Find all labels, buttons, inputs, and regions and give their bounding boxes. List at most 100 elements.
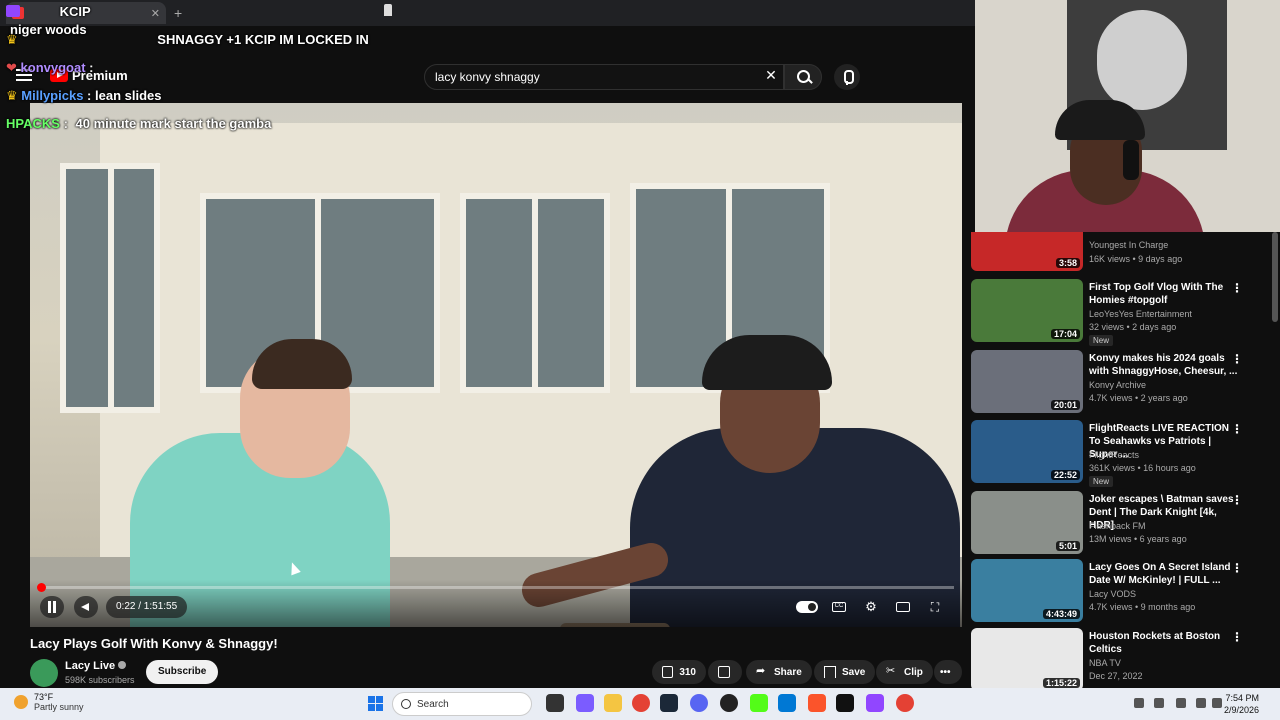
recommendation-thumbnail[interactable]: 22:52 (971, 420, 1083, 483)
more-options-icon[interactable]: ⋮ (1231, 630, 1243, 644)
recommendation-channel[interactable]: Youngest In Charge (1089, 240, 1168, 250)
recommendation-title[interactable]: Houston Rockets at Boston Celtics (1089, 630, 1241, 656)
captions-button[interactable]: CC (830, 598, 848, 616)
clear-search-icon[interactable]: ✕ (762, 67, 780, 84)
network-icon[interactable] (1196, 698, 1206, 708)
autoplay-toggle[interactable] (796, 598, 818, 616)
recommendation-thumbnail[interactable]: 5:01 (971, 491, 1083, 554)
powershell-icon[interactable] (778, 694, 796, 712)
recommendation-meta: 4.7K views • 2 years ago (1089, 393, 1188, 403)
twitch-icon[interactable] (866, 694, 884, 712)
recommendation-channel[interactable]: FlightReacts (1089, 450, 1139, 460)
save-button[interactable]: Save (814, 660, 876, 684)
dislike-button[interactable] (708, 660, 742, 684)
weather-widget[interactable]: 73°F Partly sunny (14, 692, 84, 712)
more-options-icon[interactable]: ⋮ (1231, 281, 1243, 295)
kick-icon[interactable] (750, 694, 768, 712)
recommendation-item[interactable]: 5:01 Joker escapes \ Batman saves Dent |… (971, 491, 1271, 557)
progress-scrubber[interactable] (37, 583, 46, 592)
notion-icon[interactable] (836, 694, 854, 712)
recommendation-title[interactable]: First Top Golf Vlog With The Homies #top… (1089, 281, 1241, 307)
subscribe-button[interactable]: Subscribe (146, 660, 219, 684)
recommendation-meta: Dec 27, 2022 (1089, 671, 1143, 681)
volume-icon[interactable] (1212, 698, 1222, 708)
time-display: 0:22 / 1:51:55 (106, 596, 188, 618)
taskbar-search[interactable]: Search (392, 692, 532, 716)
channel-avatar[interactable] (30, 659, 58, 687)
more-options-icon[interactable]: ⋮ (1231, 493, 1243, 507)
new-tab-button[interactable]: + (174, 5, 182, 21)
recommendation-item[interactable]: 17:04 First Top Golf Vlog With The Homie… (971, 279, 1271, 346)
miniplayer-button[interactable] (894, 598, 912, 616)
channel-name[interactable]: Lacy Live (65, 660, 127, 672)
recommendation-thumbnail[interactable]: 20:01 (971, 350, 1083, 413)
video-player[interactable] (30, 103, 962, 627)
obs-icon[interactable] (720, 694, 738, 712)
recommendation-title[interactable]: Konvy makes his 2024 goals with ShnaggyH… (1089, 352, 1241, 378)
streamer-headset (1123, 140, 1139, 180)
video-duration: 22:52 (1050, 470, 1080, 480)
video-duration: 1:15:22 (1042, 678, 1080, 688)
windows-start-icon[interactable] (368, 696, 383, 711)
crown-badge-icon: ♛ (6, 32, 18, 47)
recommendation-channel[interactable]: Konvy Archive (1089, 380, 1146, 390)
more-actions-button[interactable]: ••• (934, 660, 962, 684)
recommendation-meta: 32 views • 2 days ago (1089, 322, 1177, 332)
chrome-icon-active[interactable] (896, 694, 914, 712)
screen: ✕ + Premium lacy konvy shnaggy ✕ 0:22 / … (0, 0, 1280, 720)
search-button[interactable] (784, 64, 822, 90)
search-input[interactable]: lacy konvy shnaggy (424, 64, 784, 90)
fullscreen-button[interactable]: ⛶ (926, 598, 944, 616)
clip-button[interactable]: Clip (876, 660, 933, 684)
recommendation-thumbnail[interactable]: 3:58 (971, 232, 1083, 271)
chat-text: 40 minute mark start the gamba (75, 116, 272, 131)
recommendation-meta: 16K views • 9 days ago (1089, 254, 1183, 264)
miniplayer-icon (896, 602, 910, 612)
close-tab-icon[interactable]: ✕ (151, 7, 160, 20)
recommendation-channel[interactable]: LeoYesYes Entertainment (1089, 309, 1192, 319)
new-badge: New (1089, 476, 1114, 487)
settings-button[interactable]: ⚙ (862, 598, 880, 616)
more-options-icon[interactable]: ⋮ (1231, 422, 1243, 436)
start-tile (368, 704, 375, 711)
pause-button[interactable] (40, 596, 64, 618)
voice-search-mic-icon[interactable] (834, 64, 860, 90)
microphone-icon[interactable] (1176, 698, 1186, 708)
recommendation-thumbnail[interactable]: 4:43:49 (971, 559, 1083, 622)
system-clock[interactable]: 7:54 PM 2/9/2026 (1224, 692, 1259, 716)
pin-icon[interactable] (384, 4, 392, 16)
clock-date: 2/9/2026 (1224, 705, 1260, 715)
chrome-icon[interactable] (632, 694, 650, 712)
recommendation-thumbnail[interactable]: 17:04 (971, 279, 1083, 342)
recommendation-item[interactable]: 4:43:49 Lacy Goes On A Secret Island Dat… (971, 559, 1271, 625)
show-hidden-icons[interactable] (1134, 698, 1144, 708)
recommendation-thumbnail[interactable]: 1:15:22 (971, 628, 1083, 688)
more-options-icon[interactable]: ⋮ (1231, 352, 1243, 366)
recommendation-channel[interactable]: Lacy VODS (1089, 589, 1136, 599)
file-explorer-icon[interactable] (604, 694, 622, 712)
recommendation-title[interactable]: Lacy Goes On A Secret Island Date W/ McK… (1089, 561, 1241, 587)
recommendation-item[interactable]: 20:01 Konvy makes his 2024 goals with Sh… (971, 350, 1271, 416)
sidebar-scrollbar[interactable] (1272, 232, 1278, 322)
brave-icon[interactable] (808, 694, 826, 712)
chat-username: HPACKS (6, 116, 60, 131)
tray-app-icon[interactable] (1154, 698, 1164, 708)
like-button[interactable]: 310 (652, 660, 706, 684)
recommendation-channel[interactable]: Flashback FM (1089, 521, 1146, 531)
discord-icon[interactable] (690, 694, 708, 712)
share-button[interactable]: Share (746, 660, 812, 684)
steam-icon[interactable] (660, 694, 678, 712)
thumbs-down-icon (718, 666, 730, 678)
windows-taskbar: 73°F Partly sunny Search 7:54 PM 2/9/202… (0, 688, 1280, 720)
recommendation-item[interactable]: 1:15:22 Houston Rockets at Boston Celtic… (971, 628, 1271, 688)
verified-icon (118, 661, 127, 669)
start-tile (368, 696, 375, 703)
video-duration: 4:43:49 (1042, 609, 1080, 619)
recommendation-item[interactable]: 22:52 FlightReacts LIVE REACTION To Seah… (971, 420, 1271, 487)
more-options-icon[interactable]: ⋮ (1231, 561, 1243, 575)
task-view-icon[interactable] (546, 694, 564, 712)
progress-bar[interactable] (40, 586, 954, 589)
volume-button[interactable] (74, 596, 98, 618)
copilot-icon[interactable] (576, 694, 594, 712)
recommendation-channel[interactable]: NBA TV (1089, 658, 1121, 668)
